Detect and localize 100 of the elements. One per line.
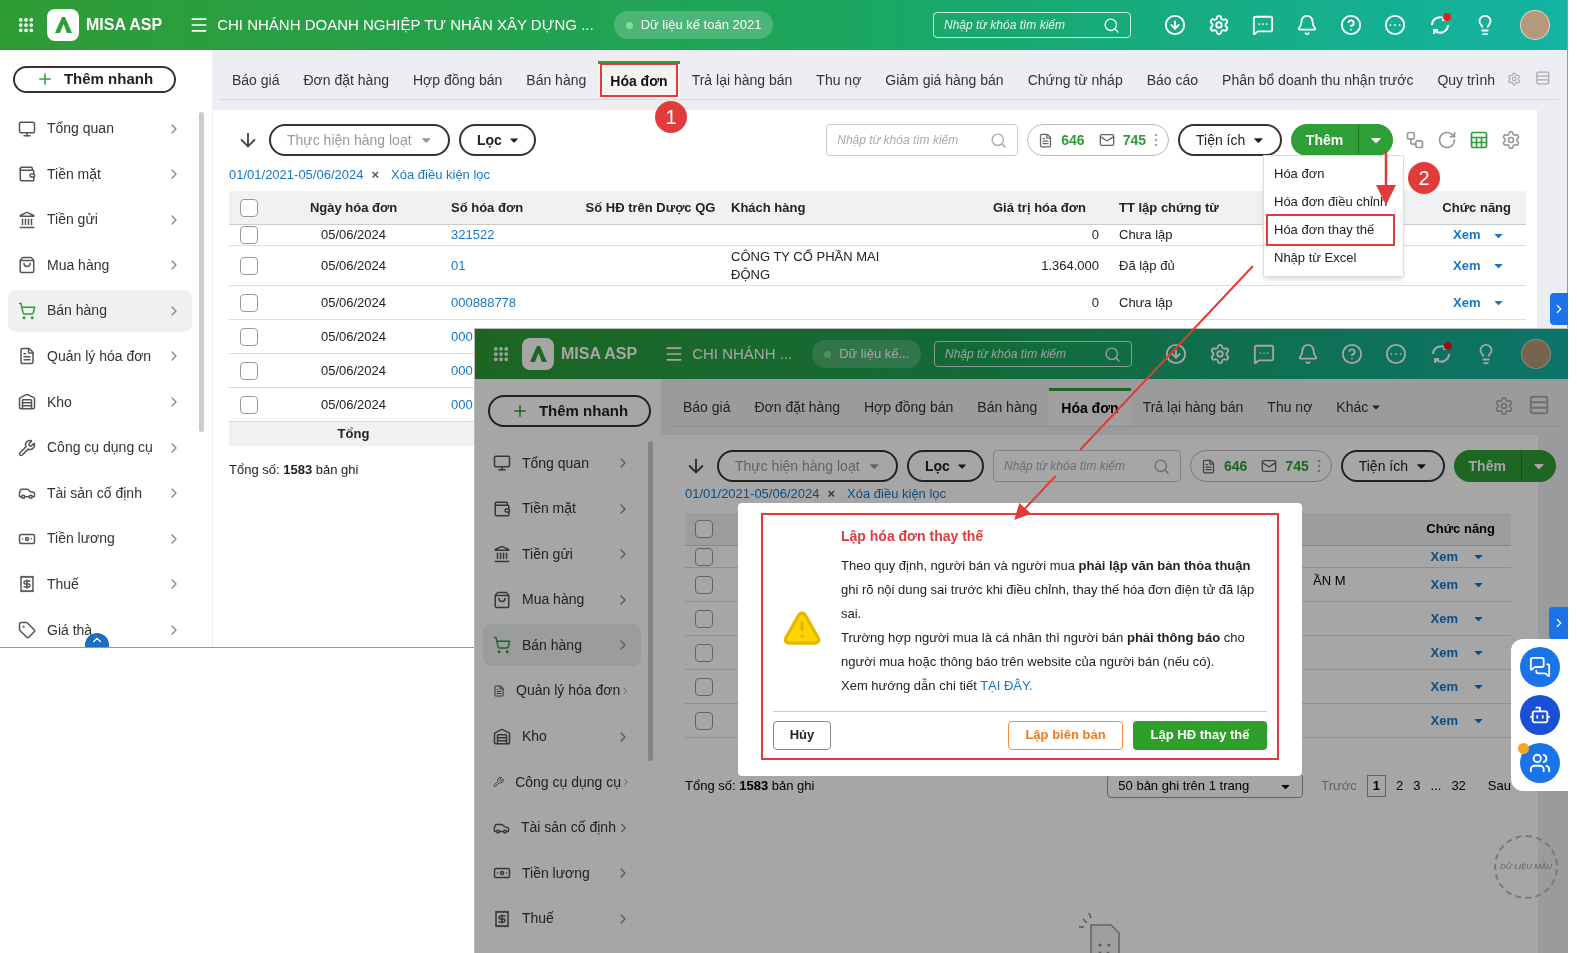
view-link[interactable]: Xem bbox=[1430, 608, 1458, 629]
tab[interactable]: Hợp đồng bán bbox=[851, 388, 966, 426]
add-menu-toggle[interactable] bbox=[1521, 450, 1556, 482]
sidebar-item[interactable]: Quản lý hóa đơn bbox=[483, 669, 641, 712]
side-panel-toggle[interactable] bbox=[1549, 607, 1568, 639]
invoice-link[interactable]: 000 bbox=[451, 328, 473, 344]
clear-filter-link[interactable]: Xóa điều kiện lọc bbox=[391, 167, 491, 182]
menu-item[interactable]: Hóa đơn thay thế bbox=[1268, 216, 1393, 244]
help-icon[interactable] bbox=[1340, 14, 1362, 36]
sidebar-item[interactable]: Tổng quan bbox=[483, 442, 641, 484]
sidebar-item[interactable]: Thuế bbox=[8, 563, 192, 606]
view-link[interactable]: Xem bbox=[1430, 710, 1458, 731]
sidebar-item[interactable]: Thuế bbox=[483, 897, 641, 940]
workflow-icon[interactable] bbox=[1405, 130, 1425, 150]
sidebar-item[interactable]: Mua hàng bbox=[8, 244, 192, 287]
tab[interactable]: Thu nợ bbox=[1255, 388, 1325, 426]
chat-support-button[interactable] bbox=[1520, 647, 1560, 687]
remove-filter-button[interactable]: × bbox=[371, 167, 380, 182]
bot-button[interactable] bbox=[1520, 695, 1560, 735]
checkbox[interactable] bbox=[695, 643, 713, 662]
checkbox[interactable] bbox=[239, 293, 258, 312]
avatar[interactable] bbox=[1520, 10, 1550, 40]
page-button[interactable]: ... bbox=[1430, 776, 1442, 796]
checkbox[interactable] bbox=[695, 677, 713, 696]
view-link[interactable]: Xem bbox=[1453, 255, 1481, 276]
sidebar-item[interactable]: Kho bbox=[483, 715, 641, 758]
checkbox[interactable] bbox=[695, 711, 713, 730]
view-link[interactable]: Xem bbox=[1430, 546, 1458, 567]
tab[interactable]: Phân bổ doanh thu nhận trước bbox=[1210, 61, 1426, 99]
excel-icon[interactable] bbox=[1469, 130, 1489, 150]
sync-icon[interactable] bbox=[1429, 342, 1453, 366]
sidebar-item[interactable]: Bán hàng bbox=[483, 624, 641, 667]
filter-dropdown[interactable]: Lọc bbox=[459, 124, 536, 156]
tab[interactable]: Thu nợ bbox=[804, 61, 874, 99]
view-link[interactable]: Xem bbox=[1453, 292, 1481, 313]
chat-icon[interactable] bbox=[1252, 14, 1274, 36]
sync-icon[interactable] bbox=[1428, 13, 1452, 37]
tab[interactable]: Bán hàng bbox=[965, 388, 1050, 426]
guide-link[interactable]: TẠI ĐÂY. bbox=[980, 678, 1033, 693]
tab[interactable]: Đơn đặt hàng bbox=[291, 61, 401, 99]
sidebar-item[interactable]: Tài sản cố định bbox=[483, 806, 641, 849]
remove-filter-button[interactable]: × bbox=[827, 486, 836, 501]
checkbox[interactable] bbox=[239, 256, 258, 275]
sidebar-item[interactable]: Tổng quan bbox=[8, 107, 192, 150]
utilities-dropdown[interactable]: Tiện ích bbox=[1340, 450, 1445, 482]
tab[interactable]: Báo cáo bbox=[1134, 61, 1211, 99]
apps-icon[interactable] bbox=[17, 16, 35, 34]
download-icon[interactable] bbox=[1165, 343, 1187, 365]
invoice-link[interactable]: 321522 bbox=[451, 227, 495, 243]
tab[interactable]: Hóa đơn bbox=[1049, 388, 1131, 426]
sidebar-item[interactable]: Tiền lương bbox=[483, 852, 641, 895]
page-button[interactable]: 3 bbox=[1413, 776, 1421, 796]
checkbox[interactable] bbox=[239, 395, 258, 414]
invoice-link[interactable]: 01 bbox=[451, 257, 466, 273]
checkbox[interactable] bbox=[239, 327, 258, 346]
sidebar-item[interactable]: Tài sản cố định bbox=[8, 472, 192, 515]
view-link[interactable]: Xem bbox=[1453, 225, 1481, 245]
tab[interactable]: Báo giá bbox=[671, 388, 743, 426]
checkbox[interactable] bbox=[239, 198, 258, 217]
apps-icon[interactable] bbox=[492, 345, 510, 363]
checkbox[interactable] bbox=[239, 226, 258, 244]
more-icon[interactable] bbox=[1384, 14, 1406, 36]
tab[interactable]: Hóa đơn bbox=[598, 61, 680, 99]
avatar[interactable] bbox=[1521, 339, 1551, 369]
sidebar-item[interactable]: Tiền mặt bbox=[483, 487, 641, 530]
invoice-link[interactable]: 000 bbox=[451, 396, 473, 412]
sidebar-item[interactable]: Giá thà bbox=[8, 609, 192, 647]
tab[interactable]: Quy trình bbox=[1425, 61, 1507, 99]
view-link[interactable]: Xem bbox=[1430, 642, 1458, 663]
tab[interactable]: Khác bbox=[1324, 388, 1395, 426]
clear-filter-link[interactable]: Xóa điều kiện lọc bbox=[847, 486, 947, 501]
checkbox[interactable] bbox=[695, 547, 713, 566]
bell-icon[interactable] bbox=[1297, 343, 1319, 365]
sidebar-item[interactable]: Bán hàng bbox=[8, 289, 192, 332]
checkbox[interactable] bbox=[695, 520, 713, 538]
invoice-link[interactable]: 000888778 bbox=[451, 294, 517, 310]
tab[interactable]: Trả lại hàng bán bbox=[679, 61, 805, 99]
sidebar-item[interactable]: Quản lý hóa đơn bbox=[8, 335, 192, 378]
list-icon[interactable] bbox=[1528, 394, 1550, 416]
filter-dropdown[interactable]: Lọc bbox=[907, 450, 984, 482]
invoice-link[interactable]: 000 bbox=[451, 362, 473, 378]
more-icon[interactable] bbox=[1385, 343, 1407, 365]
tab[interactable]: Bán hàng bbox=[514, 61, 599, 99]
sidebar-item[interactable]: Công cụ dụng cụ bbox=[483, 761, 641, 804]
download-icon[interactable] bbox=[1164, 14, 1186, 36]
settings-icon[interactable] bbox=[1501, 130, 1521, 150]
checkbox[interactable] bbox=[695, 609, 713, 628]
date-range-filter[interactable]: 01/01/2021-05/06/2024 bbox=[229, 167, 364, 182]
bell-icon[interactable] bbox=[1296, 14, 1318, 36]
view-link[interactable]: Xem bbox=[1430, 574, 1458, 595]
tab[interactable]: Giảm giá hàng bán bbox=[873, 61, 1016, 99]
refresh-icon[interactable] bbox=[1437, 130, 1457, 150]
sidebar-item[interactable]: Kho bbox=[8, 381, 192, 424]
sidebar-item[interactable]: Tiền gửi bbox=[8, 198, 192, 241]
page-button[interactable]: 1 bbox=[1366, 775, 1387, 797]
page-button[interactable]: 32 bbox=[1451, 776, 1466, 796]
sidebar-item[interactable]: Tiền mặt bbox=[8, 153, 192, 196]
quick-add-button[interactable]: Thêm nhanh bbox=[13, 66, 176, 93]
community-button[interactable] bbox=[1520, 743, 1560, 783]
sidebar-item[interactable]: Công cụ dụng cụ bbox=[8, 426, 192, 469]
